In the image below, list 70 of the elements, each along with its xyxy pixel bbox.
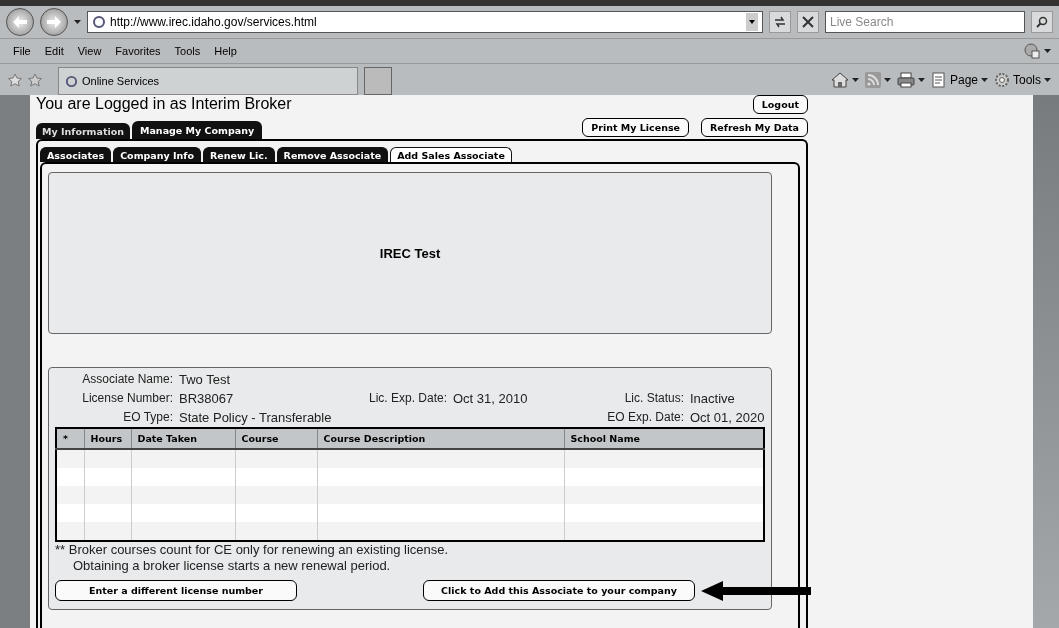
field-label: Lic. Exp. Date: (367, 390, 447, 407)
back-button[interactable] (6, 8, 34, 36)
dropdown-icon[interactable] (746, 13, 758, 31)
search-field[interactable]: Live Search (825, 11, 1025, 33)
star-icon[interactable] (8, 72, 22, 87)
command-label[interactable]: Page (949, 72, 978, 87)
page-heading: You are Logged in as Interim Broker (36, 95, 292, 113)
scrollbar[interactable] (1033, 95, 1059, 628)
new-tab-button[interactable] (364, 67, 392, 95)
field-label: Associate Name: (81, 371, 173, 388)
logout-button[interactable]: Logout (752, 95, 808, 114)
sub-tab[interactable]: Renew Lic. (203, 147, 275, 162)
command-label[interactable]: Tools (1013, 72, 1041, 87)
field-label: Lic. Status: (623, 390, 684, 407)
refresh-icon[interactable] (773, 16, 787, 28)
caret-icon[interactable] (981, 77, 988, 82)
add-favorite-icon[interactable] (28, 72, 42, 87)
browser-tab[interactable]: Online Services (58, 67, 358, 95)
caret-icon[interactable] (74, 20, 81, 24)
forward-button[interactable] (40, 8, 68, 36)
column-header: Date Taken (131, 428, 235, 449)
note-text: Obtaining a broker license starts a new renewal period. (72, 558, 392, 574)
caret-icon[interactable] (1044, 49, 1051, 53)
gear-icon[interactable] (994, 71, 1010, 88)
tab[interactable]: Manage My Company (132, 121, 263, 139)
refresh-button[interactable] (769, 11, 791, 33)
menu-item[interactable]: Edit (39, 45, 69, 57)
caret-icon[interactable] (1044, 77, 1051, 82)
field-label: License Number: (81, 390, 173, 407)
search-icon[interactable] (1036, 16, 1048, 28)
field-value: Oct 01, 2020 (690, 409, 765, 427)
field-label: EO Exp. Date: (606, 409, 684, 426)
company-name: IREC Test (379, 245, 441, 261)
column-header: School Name (564, 428, 764, 449)
sub-tab[interactable]: Company Info (113, 147, 201, 162)
sub-tab[interactable]: Associates (40, 147, 112, 162)
action-button[interactable]: Print My License (582, 118, 690, 137)
printer-icon[interactable] (896, 71, 915, 88)
field-label: EO Type: (122, 409, 173, 426)
address-field[interactable]: http://www.irec.idaho.gov/services.html (87, 11, 763, 33)
caret-icon[interactable] (851, 77, 859, 82)
menu-item[interactable]: File (8, 45, 36, 57)
tab[interactable]: My Information (36, 123, 130, 139)
command-button[interactable]: Tools (994, 71, 1051, 88)
home-icon[interactable] (830, 71, 849, 88)
sub-tab[interactable]: Remove Associate (276, 147, 389, 162)
menu-item[interactable]: Favorites (110, 45, 166, 57)
add-associate-button[interactable]: Click to Add this Associate to your company (423, 580, 695, 601)
field-value: Two Test (179, 371, 232, 389)
close-icon[interactable] (802, 16, 814, 28)
field-value: Oct 31, 2010 (453, 390, 529, 408)
field-value: BR38067 (179, 390, 235, 408)
column-header: * (56, 428, 84, 449)
caret-icon[interactable] (917, 77, 925, 82)
column-header: Hours (84, 428, 131, 449)
note-text: ** Broker courses count for CE only for renewing an existing license. (55, 542, 450, 558)
field-value: State Policy - Transferable (179, 409, 329, 427)
caret-icon[interactable] (883, 77, 891, 82)
different-license-button[interactable]: Enter a different license number (55, 580, 297, 601)
menu-item[interactable]: Tools (169, 45, 206, 57)
column-header: Course Description (317, 428, 564, 449)
column-header: Course (235, 428, 317, 449)
stop-button[interactable] (797, 11, 819, 33)
command-button[interactable]: Page (930, 71, 988, 88)
menu-item[interactable]: View (72, 45, 107, 57)
action-button[interactable]: Refresh My Data (701, 118, 808, 137)
field-value: Inactive (690, 390, 736, 408)
sub-tab[interactable]: Add Sales Associate (390, 147, 512, 162)
menu-item[interactable]: Help (209, 45, 242, 57)
search-button[interactable] (1031, 11, 1053, 33)
